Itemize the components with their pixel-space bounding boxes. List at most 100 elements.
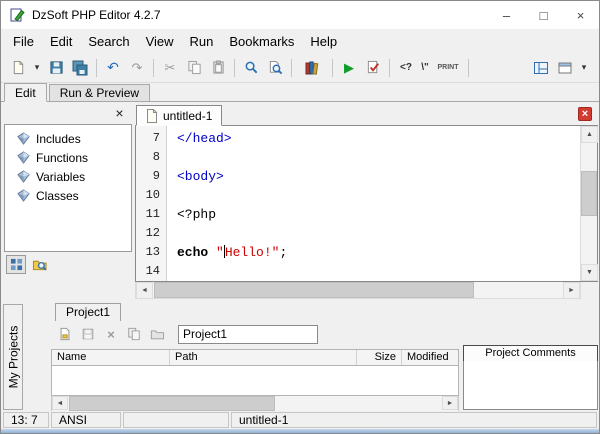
tree-item-functions[interactable]: Functions <box>5 148 131 167</box>
add-file-button[interactable] <box>55 324 75 344</box>
project-scroll-thumb[interactable] <box>69 396 275 411</box>
code-line[interactable] <box>168 262 580 281</box>
project-scroll-track[interactable] <box>68 396 442 411</box>
toolbar-separator <box>291 59 292 77</box>
menu-file[interactable]: File <box>5 31 42 52</box>
vertical-scrollbar[interactable]: ▲ ▼ <box>580 126 597 281</box>
toolbar-options-button[interactable] <box>553 56 577 80</box>
scroll-right-button[interactable]: ► <box>442 396 458 410</box>
menu-bookmarks[interactable]: Bookmarks <box>221 31 302 52</box>
column-header-name[interactable]: Name <box>52 350 170 365</box>
horizontal-scroll-track[interactable] <box>153 282 563 298</box>
file-tab-untitled-1[interactable]: untitled-1 <box>136 105 222 126</box>
code-line[interactable]: echo "Hello!"; <box>168 243 580 262</box>
search-icon <box>244 60 259 75</box>
my-projects-side-tab[interactable]: My Projects <box>3 304 23 410</box>
titlebar[interactable]: DzSoft PHP Editor 4.2.7 – □ × <box>1 1 599 29</box>
menu-search[interactable]: Search <box>80 31 137 52</box>
column-header-modified[interactable]: Modified <box>402 350 458 365</box>
tree-item-includes[interactable]: Includes <box>5 129 131 148</box>
code-library-button[interactable] <box>296 56 328 80</box>
panels-layout-button[interactable] <box>529 56 553 80</box>
code-line[interactable]: <body> <box>168 167 580 186</box>
scroll-left-button[interactable]: ◄ <box>136 282 153 299</box>
encoding-indicator: ANSI <box>51 412 121 428</box>
code-segment: echo <box>177 245 216 260</box>
horizontal-scroll-thumb[interactable] <box>154 282 474 298</box>
copy-file-icon <box>127 327 141 341</box>
grid-icon <box>10 258 23 271</box>
explorer-close-button[interactable]: × <box>112 105 127 120</box>
new-file-button[interactable] <box>6 56 30 80</box>
copy-file-button[interactable] <box>124 324 144 344</box>
print-button[interactable]: PRINT <box>432 56 464 80</box>
undo-button[interactable]: ↶ <box>101 56 125 80</box>
close-button[interactable]: × <box>562 1 599 29</box>
paste-button[interactable] <box>206 56 230 80</box>
code-editor[interactable]: 7891011121314 </head><body><?phpecho "He… <box>135 126 598 282</box>
save-project-button[interactable] <box>78 324 98 344</box>
line-number: 11 <box>136 205 166 224</box>
scroll-up-button[interactable]: ▲ <box>581 126 598 143</box>
cut-button[interactable]: ✂ <box>158 56 182 80</box>
project-horizontal-scrollbar[interactable]: ◄ ► <box>51 396 459 412</box>
copy-icon <box>187 60 202 75</box>
tree-item-variables[interactable]: Variables <box>5 167 131 186</box>
close-file-button[interactable]: × <box>578 107 592 121</box>
toolbar-separator <box>389 59 390 77</box>
column-header-path[interactable]: Path <box>170 350 357 365</box>
tree-view-button[interactable] <box>6 255 26 274</box>
column-header-size[interactable]: Size <box>357 350 402 365</box>
find-button[interactable] <box>239 56 263 80</box>
project-name-field[interactable] <box>178 325 318 344</box>
toolbar: ▾ ↶ ↷ ✂ ▶ <? <box>1 53 599 83</box>
code-line[interactable]: </head> <box>168 129 580 148</box>
run-button[interactable]: ▶ <box>337 56 361 80</box>
code-segment: Hello!" <box>225 245 280 260</box>
open-folder-button[interactable] <box>147 324 167 344</box>
run-icon: ▶ <box>344 60 354 76</box>
save-button[interactable] <box>44 56 68 80</box>
scroll-down-button[interactable]: ▼ <box>581 264 598 281</box>
maximize-button[interactable]: □ <box>525 1 562 29</box>
arrow-right-icon: ► <box>447 400 454 407</box>
vertical-scroll-track[interactable] <box>581 143 597 264</box>
tree-item-classes[interactable]: Classes <box>5 186 131 205</box>
menu-view[interactable]: View <box>138 31 182 52</box>
horizontal-scrollbar[interactable]: ◄ ► <box>135 282 581 299</box>
scroll-left-button[interactable]: ◄ <box>52 396 68 410</box>
code-area[interactable]: </head> <body> <?php echo "Hello!"; <box>168 126 580 281</box>
new-file-icon <box>11 60 26 75</box>
browse-files-button[interactable] <box>29 255 49 274</box>
tab-edit[interactable]: Edit <box>4 83 47 102</box>
project1-tab[interactable]: Project1 <box>55 303 121 321</box>
close-panel-icon: × <box>115 105 123 121</box>
window-title: DzSoft PHP Editor 4.2.7 <box>32 8 161 22</box>
project-comments-box[interactable] <box>463 361 598 410</box>
menu-run[interactable]: Run <box>182 31 222 52</box>
syntax-check-button[interactable] <box>361 56 385 80</box>
code-segment: <body> <box>177 169 224 184</box>
redo-button[interactable]: ↷ <box>125 56 149 80</box>
escape-quote-button[interactable]: \" <box>418 56 432 80</box>
code-line[interactable] <box>168 186 580 205</box>
save-all-button[interactable] <box>68 56 92 80</box>
scroll-right-button[interactable]: ► <box>563 282 580 299</box>
code-line[interactable] <box>168 224 580 243</box>
find-in-files-button[interactable] <box>263 56 287 80</box>
new-file-dropdown[interactable]: ▾ <box>30 56 44 80</box>
toolbar-overflow-dropdown[interactable]: ▾ <box>577 56 591 80</box>
menu-help[interactable]: Help <box>302 31 345 52</box>
remove-file-button[interactable]: × <box>101 324 121 344</box>
classes-icon <box>17 189 30 202</box>
vertical-scroll-thumb[interactable] <box>581 171 597 216</box>
line-number: 14 <box>136 262 166 281</box>
minimize-button[interactable]: – <box>488 1 525 29</box>
code-line[interactable]: <?php <box>168 205 580 224</box>
tab-run-preview[interactable]: Run & Preview <box>49 84 150 101</box>
php-tags-button[interactable]: <? <box>394 56 418 80</box>
code-line[interactable] <box>168 148 580 167</box>
menu-edit[interactable]: Edit <box>42 31 80 52</box>
project-files-list[interactable] <box>51 366 459 396</box>
copy-button[interactable] <box>182 56 206 80</box>
